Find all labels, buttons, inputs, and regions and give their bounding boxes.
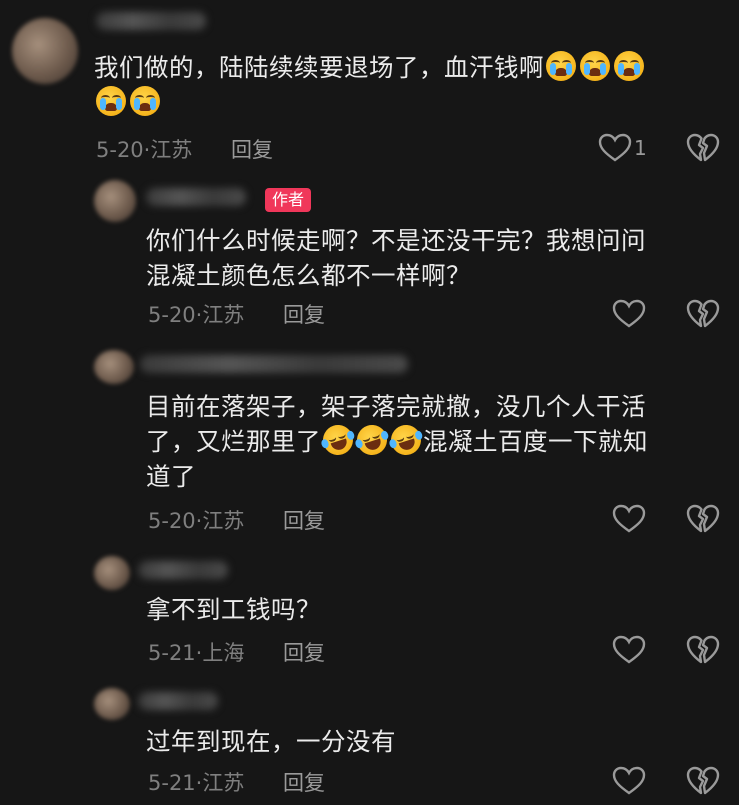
heart-outline-icon[interactable] xyxy=(612,635,646,665)
heart-outline-icon[interactable] xyxy=(612,299,646,329)
comment-date: 5-21 xyxy=(148,641,196,665)
comment-date: 5-21 xyxy=(148,771,196,795)
loudly-crying-face-emoji xyxy=(614,51,644,81)
loudly-crying-face-emoji xyxy=(546,51,576,81)
broken-heart-icon[interactable] xyxy=(686,504,720,534)
broken-heart-icon[interactable] xyxy=(686,133,720,163)
comment-location: 江苏 xyxy=(202,771,245,795)
username-blurred[interactable] xyxy=(138,561,228,579)
rolling-on-floor-laughing-emoji xyxy=(319,421,357,459)
comment-location: 江苏 xyxy=(202,303,245,327)
avatar[interactable] xyxy=(94,556,130,590)
author-badge: 作者 xyxy=(265,188,312,212)
heart-outline-icon[interactable] xyxy=(612,766,646,796)
comment-location: 上海 xyxy=(202,641,245,665)
avatar[interactable] xyxy=(12,18,78,84)
heart-outline-icon[interactable] xyxy=(598,133,632,163)
reply-button[interactable]: 回复 xyxy=(283,509,325,533)
comment-text: 目前在落架子，架子落完就撤，没几个人干活 了，又烂那里了 混凝土百度一下就知 道了 xyxy=(146,392,648,491)
comment-meta: 5-20·江苏 回复 xyxy=(148,509,326,533)
rolling-on-floor-laughing-emoji xyxy=(387,421,425,459)
comment-location: 江苏 xyxy=(202,509,245,533)
comment-text: 拿不到工钱吗？ xyxy=(146,595,321,624)
broken-heart-icon[interactable] xyxy=(686,766,720,796)
comment-date: 5-20 xyxy=(148,303,196,327)
avatar[interactable] xyxy=(94,180,136,222)
username-blurred[interactable] xyxy=(146,188,246,206)
heart-outline-icon[interactable] xyxy=(612,504,646,534)
reply-button[interactable]: 回复 xyxy=(283,641,325,665)
loudly-crying-face-emoji xyxy=(130,86,160,116)
comment-text: 你们什么时候走啊？不是还没干完？我想问问 混凝土颜色怎么都不一样啊？ xyxy=(146,226,646,290)
comment-date: 5-20 xyxy=(148,509,196,533)
comment-date: 5-20 xyxy=(96,138,144,162)
username-blurred[interactable] xyxy=(96,12,206,30)
avatar[interactable] xyxy=(94,350,134,384)
comment-meta: 5-21·江苏 回复 xyxy=(148,771,326,795)
avatar[interactable] xyxy=(94,688,130,720)
comment-meta: 5-21·上海 回复 xyxy=(148,641,326,665)
comment-meta: 5-20·江苏 回复 xyxy=(96,138,274,162)
comment-text: 过年到现在，一分没有 xyxy=(146,727,396,756)
reply-button[interactable]: 回复 xyxy=(231,138,273,162)
reply-button[interactable]: 回复 xyxy=(283,303,325,327)
comment-location: 江苏 xyxy=(150,138,193,162)
username-blurred[interactable] xyxy=(140,355,408,373)
comment-text: 我们做的，陆陆续续要退场了，血汗钱啊 xyxy=(94,50,734,120)
like-count: 1 xyxy=(634,136,647,160)
reply-button[interactable]: 回复 xyxy=(283,771,325,795)
loudly-crying-face-emoji xyxy=(580,51,610,81)
loudly-crying-face-emoji xyxy=(96,86,126,116)
comment-meta: 5-20·江苏 回复 xyxy=(148,303,326,327)
rolling-on-floor-laughing-emoji xyxy=(353,421,391,459)
broken-heart-icon[interactable] xyxy=(686,299,720,329)
broken-heart-icon[interactable] xyxy=(686,635,720,665)
username-blurred[interactable] xyxy=(138,692,218,710)
